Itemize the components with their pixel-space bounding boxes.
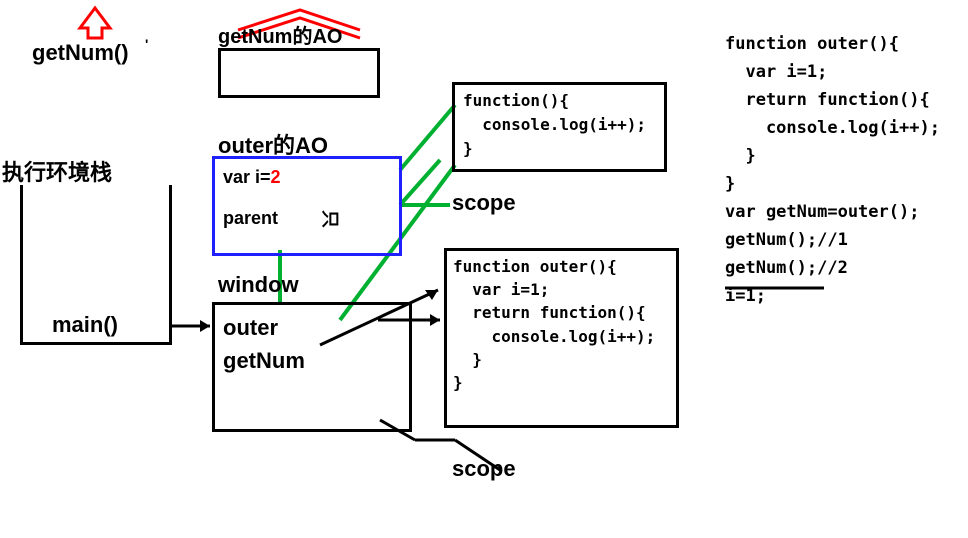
- code-right-block: function outer(){ var i=1; return functi…: [725, 30, 940, 310]
- label-scope-inner: scope: [452, 190, 516, 216]
- label-getnum-ao: getNum的AO: [218, 20, 342, 49]
- label-getnum-call: getNum(): [32, 40, 129, 66]
- var-i-label: var i=: [223, 167, 271, 187]
- main-underline: [24, 342, 168, 345]
- stick-figure: 只: [318, 210, 344, 228]
- code-outer-function: function outer(){ var i=1; return functi…: [447, 251, 676, 398]
- label-scope-outer: scope: [452, 456, 516, 482]
- box-outer-function: function outer(){ var i=1; return functi…: [444, 248, 679, 428]
- box-getnum-ao: [218, 48, 380, 98]
- box-inner-function: function(){ console.log(i++); }: [452, 82, 667, 172]
- parent-label: parent: [223, 208, 278, 228]
- box-outer-ao: var i=2 parent: [212, 156, 402, 256]
- var-i-value: 2: [271, 167, 281, 187]
- tick-mark: ': [145, 36, 148, 52]
- code-inner-function: function(){ console.log(i++); }: [455, 85, 664, 165]
- label-window: window: [218, 272, 299, 298]
- label-main: main(): [52, 312, 118, 338]
- window-outer: outer: [223, 311, 401, 344]
- box-window: outer getNum: [212, 302, 412, 432]
- window-getnum: getNum: [223, 344, 401, 377]
- label-exec-stack: 执行环境栈: [2, 155, 112, 187]
